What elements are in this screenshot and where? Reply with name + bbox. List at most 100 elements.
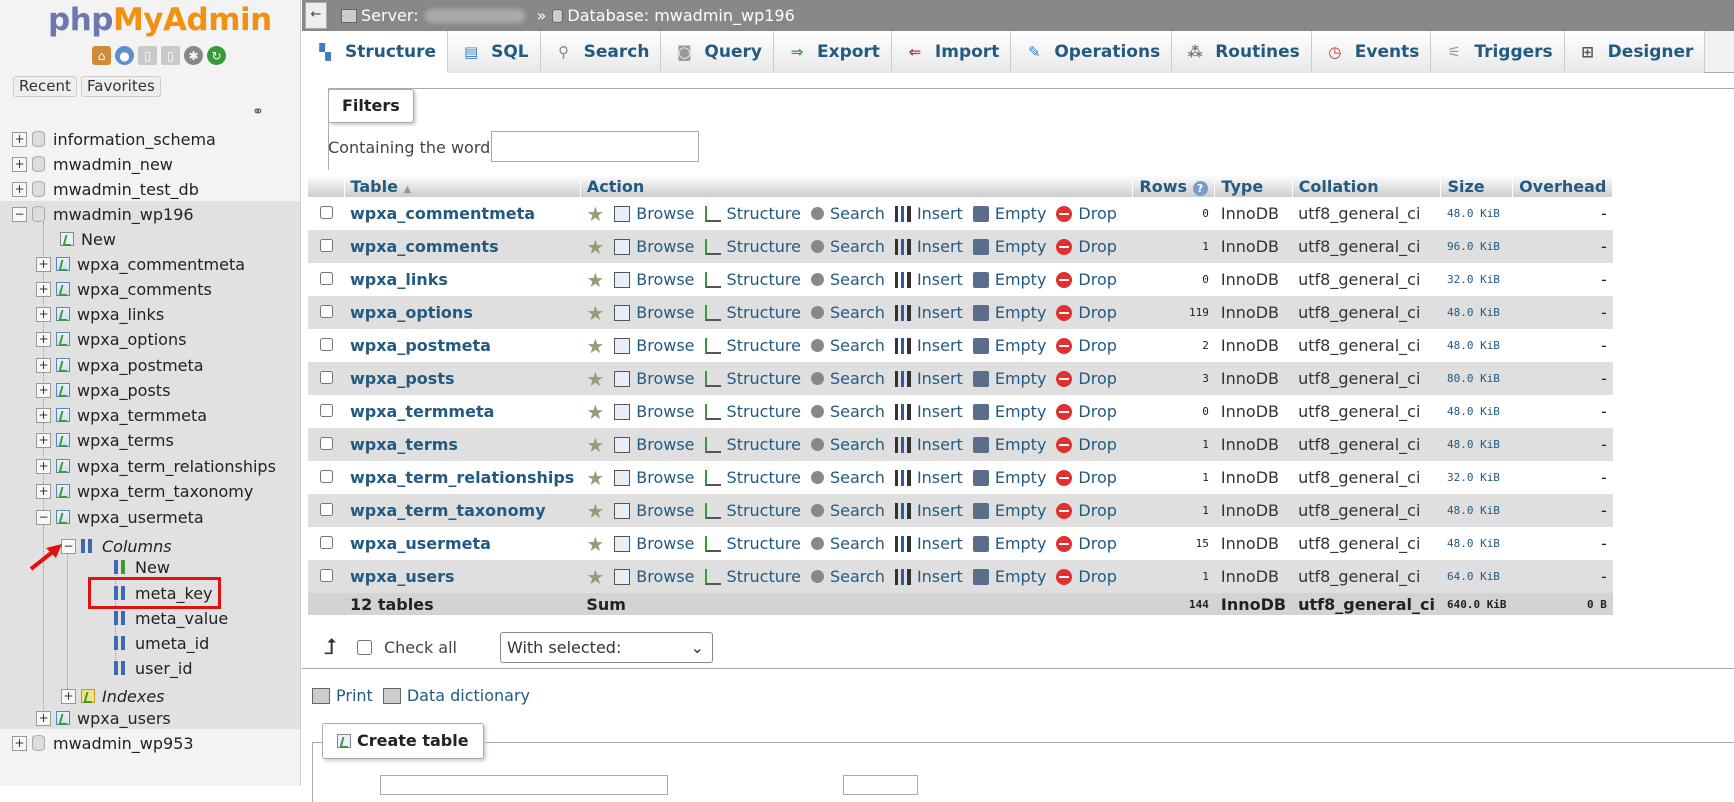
favorite-star-icon[interactable]: ★ — [586, 499, 604, 523]
collapse-icon[interactable]: − — [12, 206, 27, 222]
table-row[interactable]: wpxa_comments ★ Browse Structure Search Inse… — [308, 230, 1613, 263]
action-insert[interactable]: Insert — [894, 204, 963, 223]
action-search[interactable]: Search — [810, 336, 885, 355]
tab-routines[interactable]: ⁂ Routines — [1172, 31, 1312, 73]
column-item-user-id[interactable]: user_id — [114, 657, 193, 679]
action-empty[interactable]: Empty — [972, 501, 1046, 520]
favorite-star-icon[interactable]: ★ — [586, 400, 604, 424]
table-label[interactable]: wpxa_links — [77, 305, 164, 324]
size-cell[interactable]: 96.0 KiB — [1440, 230, 1513, 263]
table-row[interactable]: wpxa_usermeta ★ Browse Structure Search Inse… — [308, 527, 1613, 560]
type-column-header[interactable]: Type — [1214, 175, 1293, 197]
expand-icon[interactable]: + — [36, 710, 51, 726]
overhead-column-header[interactable]: Overhead — [1512, 175, 1614, 197]
table-label[interactable]: wpxa_usermeta — [77, 508, 204, 527]
table-name-link[interactable]: wpxa_termmeta — [350, 402, 494, 421]
indexes-label[interactable]: Indexes — [102, 687, 165, 706]
row-checkbox[interactable] — [319, 206, 333, 219]
table-name-link[interactable]: wpxa_terms — [350, 435, 458, 454]
table-name-link[interactable]: wpxa_postmeta — [350, 336, 491, 355]
link-icon[interactable]: ⚭ — [252, 104, 264, 120]
table-row[interactable]: wpxa_termmeta ★ Browse Structure Search Inse… — [308, 395, 1613, 428]
tab-triggers[interactable]: ⚟ Triggers — [1431, 31, 1565, 73]
rows-column-header[interactable]: Rows ? — [1132, 175, 1216, 197]
db-label[interactable]: mwadmin_wp196 — [53, 205, 194, 224]
favorites-tab[interactable]: Favorites — [81, 76, 161, 97]
action-empty[interactable]: Empty — [972, 204, 1046, 223]
db-mwadmin-wp196[interactable]: − mwadmin_wp196 — [12, 203, 194, 225]
table-label[interactable]: wpxa_terms — [77, 431, 174, 450]
column-label[interactable]: user_id — [135, 659, 193, 678]
table-name-link[interactable]: wpxa_commentmeta — [350, 204, 535, 223]
action-structure[interactable]: Structure — [704, 468, 801, 487]
action-insert[interactable]: Insert — [894, 468, 963, 487]
table-name-input[interactable] — [380, 775, 668, 795]
action-structure[interactable]: Structure — [704, 204, 801, 223]
table-label[interactable]: wpxa_postmeta — [77, 356, 204, 375]
action-browse[interactable]: Browse — [614, 468, 695, 487]
table-row[interactable]: wpxa_term_taxonomy ★ Browse Structure Searc… — [308, 494, 1613, 527]
size-cell[interactable]: 48.0 KiB — [1440, 428, 1513, 461]
expand-icon[interactable]: + — [36, 407, 51, 423]
column-item-meta-value[interactable]: meta_value — [114, 607, 228, 629]
tab-operations[interactable]: ✎ Operations — [1011, 31, 1173, 73]
expand-icon[interactable]: + — [36, 382, 51, 398]
expand-icon[interactable]: + — [36, 331, 51, 347]
table-item-wpxa-users[interactable]: + wpxa_users — [36, 707, 171, 729]
size-cell[interactable]: 48.0 KiB — [1440, 197, 1513, 230]
favorite-star-icon[interactable]: ★ — [586, 532, 604, 556]
table-item-wpxa-postmeta[interactable]: + wpxa_postmeta — [36, 354, 204, 376]
table-row[interactable]: wpxa_commentmeta ★ Browse Structure Search I… — [308, 197, 1613, 230]
table-row[interactable]: wpxa_options ★ Browse Structure Search Inser… — [308, 296, 1613, 329]
sql-docs-icon[interactable]: ▯ — [161, 46, 180, 65]
favorite-star-icon[interactable]: ★ — [586, 367, 604, 391]
action-structure[interactable]: Structure — [704, 303, 801, 322]
favorite-star-icon[interactable]: ★ — [586, 433, 604, 457]
size-cell[interactable]: 32.0 KiB — [1440, 461, 1513, 494]
action-browse[interactable]: Browse — [614, 402, 695, 421]
table-row[interactable]: wpxa_term_relationships ★ Browse Structure… — [308, 461, 1613, 494]
table-row[interactable]: wpxa_terms ★ Browse Structure Search Insert E… — [308, 428, 1613, 461]
expand-icon[interactable]: + — [36, 306, 51, 322]
action-search[interactable]: Search — [810, 501, 885, 520]
indexes-group[interactable]: + Indexes — [61, 685, 165, 707]
table-label[interactable]: wpxa_options — [77, 330, 186, 349]
table-item-wpxa-posts[interactable]: + wpxa_posts — [36, 379, 170, 401]
favorite-star-icon[interactable]: ★ — [586, 334, 604, 358]
action-insert[interactable]: Insert — [894, 303, 963, 322]
row-checkbox[interactable] — [319, 272, 333, 285]
favorite-star-icon[interactable]: ★ — [586, 301, 604, 325]
home-icon[interactable]: ⌂ — [92, 46, 111, 65]
action-empty[interactable]: Empty — [972, 336, 1046, 355]
table-name-link[interactable]: wpxa_usermeta — [350, 534, 491, 553]
row-checkbox[interactable] — [319, 404, 333, 417]
size-column-header[interactable]: Size — [1440, 175, 1514, 197]
action-structure[interactable]: Structure — [704, 369, 801, 388]
collapse-nav-button[interactable]: ← — [305, 2, 327, 29]
logout-icon[interactable]: ● — [115, 46, 134, 65]
action-structure[interactable]: Structure — [704, 567, 801, 586]
redacted-server-name[interactable] — [424, 8, 525, 23]
table-name-link[interactable]: wpxa_term_relationships — [350, 468, 574, 487]
docs-icon[interactable]: ▯ — [138, 46, 157, 65]
table-item-wpxa-options[interactable]: + wpxa_options — [36, 328, 186, 350]
action-empty[interactable]: Empty — [972, 435, 1046, 454]
action-drop[interactable]: Drop — [1056, 567, 1117, 586]
row-checkbox[interactable] — [319, 569, 333, 582]
action-browse[interactable]: Browse — [614, 501, 695, 520]
table-label[interactable]: wpxa_users — [77, 709, 171, 728]
action-drop[interactable]: Drop — [1056, 402, 1117, 421]
db-mwadmin-wp953[interactable]: + mwadmin_wp953 — [12, 732, 194, 754]
action-search[interactable]: Search — [810, 270, 885, 289]
table-label[interactable]: wpxa_term_relationships — [77, 457, 276, 476]
action-insert[interactable]: Insert — [894, 270, 963, 289]
table-row[interactable]: wpxa_users ★ Browse Structure Search Insert E… — [308, 560, 1613, 593]
action-drop[interactable]: Drop — [1056, 501, 1117, 520]
table-item-wpxa-terms[interactable]: + wpxa_terms — [36, 429, 174, 451]
row-checkbox[interactable] — [319, 536, 333, 549]
table-item-wpxa-termmeta[interactable]: + wpxa_termmeta — [36, 404, 207, 426]
action-browse[interactable]: Browse — [614, 270, 695, 289]
server-link[interactable]: Server: — [361, 6, 419, 25]
tab-search[interactable]: ⚲ Search — [540, 31, 662, 73]
action-browse[interactable]: Browse — [614, 204, 695, 223]
